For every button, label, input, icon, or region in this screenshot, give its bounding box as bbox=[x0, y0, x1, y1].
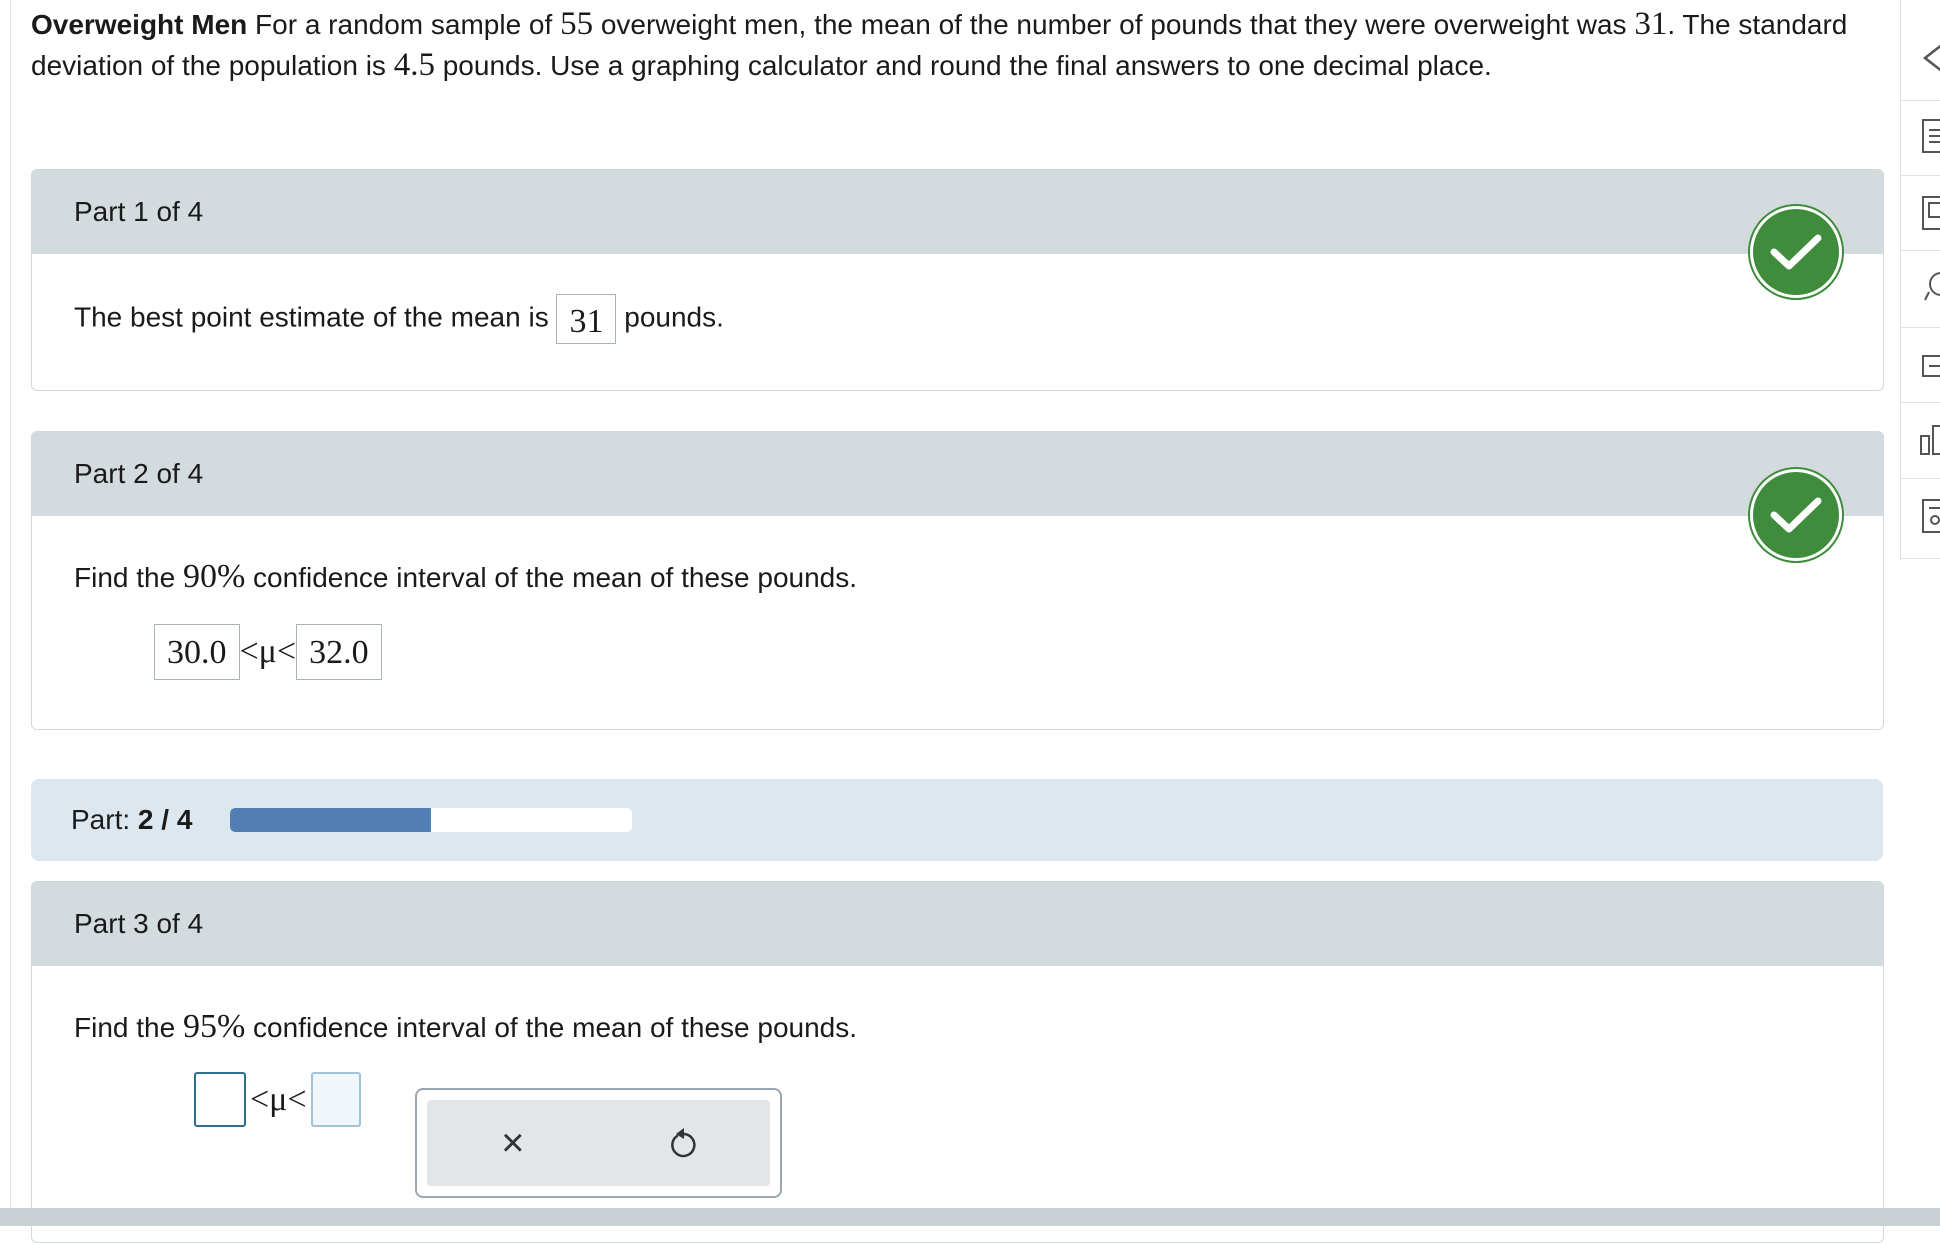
part3-inequality: <μ< bbox=[250, 1080, 307, 1118]
part2-body: Find the 90% confidence interval of the … bbox=[32, 516, 1883, 680]
part2-prompt: Find the bbox=[74, 562, 183, 593]
part2-upper-bound[interactable]: 32.0 bbox=[296, 624, 382, 680]
print-icon[interactable] bbox=[1919, 348, 1940, 384]
left-border bbox=[10, 0, 11, 1226]
math-palette: × bbox=[415, 1088, 782, 1198]
problem-text: pounds. Use a graphing calculator and ro… bbox=[434, 50, 1492, 81]
toolbar-divider bbox=[1901, 327, 1940, 328]
toolbar-divider bbox=[1901, 402, 1940, 403]
population-sd: 4.5 bbox=[393, 47, 435, 83]
part1-header-label: Part 1 of 4 bbox=[74, 196, 204, 227]
right-toolbar bbox=[1900, 0, 1940, 560]
part2-confidence-level: 90% bbox=[182, 558, 246, 595]
part3-lower-bound-input[interactable] bbox=[194, 1072, 246, 1127]
calculator-icon[interactable] bbox=[1919, 498, 1940, 534]
part1-body: The best point estimate of the mean is 3… bbox=[32, 254, 1883, 344]
toolbar-divider bbox=[1901, 478, 1940, 479]
progress-value: 2 / 4 bbox=[137, 804, 193, 835]
part3-prompt: confidence interval of the mean of these… bbox=[245, 1012, 858, 1043]
part1-prompt: The best point estimate of the mean is bbox=[74, 301, 557, 333]
progress-label: Part: 2 / 4 bbox=[71, 804, 192, 836]
part2-prompt: confidence interval of the mean of these… bbox=[245, 562, 858, 593]
undo-icon bbox=[671, 1128, 696, 1158]
help-icon[interactable] bbox=[1919, 270, 1940, 306]
part3-upper-bound-input[interactable] bbox=[310, 1072, 361, 1127]
sample-size: 55 bbox=[560, 6, 594, 42]
progress-bar bbox=[230, 808, 633, 832]
toolbar-divider bbox=[1901, 558, 1940, 559]
part3-confidence-level: 95% bbox=[182, 1008, 246, 1045]
part1-answer-box[interactable]: 31 bbox=[556, 294, 617, 344]
part2-header: Part 2 of 4 bbox=[32, 432, 1883, 516]
part3-header-label: Part 3 of 4 bbox=[74, 908, 204, 939]
part1-card: Part 1 of 4 The best point estimate of t… bbox=[31, 169, 1884, 391]
part1-header: Part 1 of 4 bbox=[32, 170, 1883, 254]
part2-lower-bound[interactable]: 30.0 bbox=[154, 624, 240, 680]
bottom-scroll-area bbox=[0, 1208, 1940, 1226]
back-icon[interactable] bbox=[1919, 40, 1940, 76]
part2-header-label: Part 2 of 4 bbox=[74, 458, 204, 489]
toolbar-divider bbox=[1901, 250, 1940, 251]
problem-statement: Overweight Men For a random sample of 55… bbox=[31, 4, 1886, 86]
problem-text: For a random sample of bbox=[247, 9, 561, 40]
problem-text: overweight men, the mean of the number o… bbox=[593, 9, 1635, 40]
palette-buttons: × bbox=[427, 1100, 770, 1186]
checkmark-icon bbox=[1750, 206, 1842, 298]
undo-button[interactable] bbox=[654, 1113, 714, 1173]
chart-icon[interactable] bbox=[1919, 422, 1940, 458]
sample-mean: 31 bbox=[1634, 6, 1668, 42]
part1-units: pounds. bbox=[624, 301, 724, 333]
close-icon: × bbox=[501, 1120, 525, 1165]
part3-card: Part 3 of 4 Find the 95% confidence inte… bbox=[31, 881, 1884, 1243]
book-icon[interactable] bbox=[1919, 195, 1940, 231]
progress-panel: Part: 2 / 4 bbox=[31, 779, 1883, 861]
problem-title: Overweight Men bbox=[31, 9, 248, 40]
part2-inequality: <μ< bbox=[239, 633, 297, 670]
part3-prompt: Find the bbox=[74, 1012, 183, 1043]
part2-card: Part 2 of 4 Find the 90% confidence inte… bbox=[31, 431, 1884, 730]
list-icon[interactable] bbox=[1919, 118, 1940, 154]
clear-button[interactable]: × bbox=[483, 1113, 543, 1173]
toolbar-divider bbox=[1901, 100, 1940, 101]
toolbar-divider bbox=[1901, 175, 1940, 176]
checkmark-icon bbox=[1750, 469, 1842, 561]
progress-label-text: Part: bbox=[71, 804, 138, 835]
part3-body: Find the 95% confidence interval of the … bbox=[32, 966, 1883, 1127]
progress-bar-fill bbox=[230, 808, 432, 832]
part3-header: Part 3 of 4 bbox=[32, 882, 1883, 966]
